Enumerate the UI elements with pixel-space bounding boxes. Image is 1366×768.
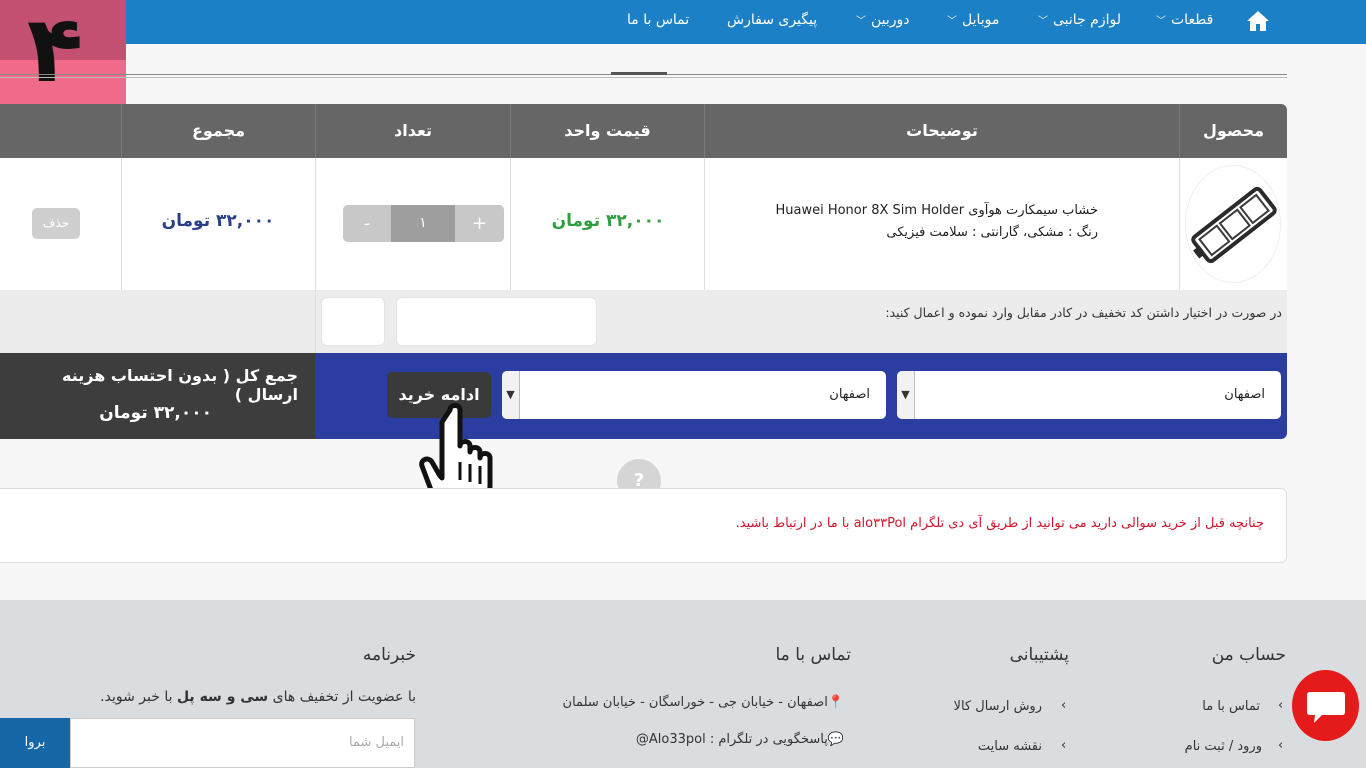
nav-camera[interactable]: دوربین ﹀ bbox=[856, 0, 910, 44]
chevron-down-icon: ▼ bbox=[502, 371, 520, 419]
chat-bubble-icon: 💬 bbox=[827, 732, 844, 747]
product-image[interactable] bbox=[1185, 165, 1281, 283]
grand-total-label: جمع کل ( بدون احتساب هزینه ارسال ) bbox=[62, 366, 298, 404]
header-description: توضیحات bbox=[704, 104, 1179, 158]
footer-account-title: حساب من bbox=[1211, 645, 1286, 665]
cell-divider bbox=[704, 158, 705, 290]
header-product: محصول bbox=[1179, 104, 1287, 158]
cell-divider bbox=[510, 158, 511, 290]
nav-order-tracking[interactable]: پیگیری سفارش bbox=[727, 0, 817, 44]
cell-divider bbox=[121, 158, 122, 290]
chat-icon bbox=[1307, 692, 1345, 723]
header-unit-price: قیمت واحد bbox=[510, 104, 704, 158]
newsletter-submit-button[interactable]: بروا bbox=[0, 718, 70, 768]
header-actions bbox=[0, 104, 121, 158]
badge-number: ۴ bbox=[26, 0, 84, 103]
minus-button[interactable]: - bbox=[343, 205, 391, 242]
newsletter-placeholder: ایمیل شما bbox=[348, 735, 404, 750]
footer-telegram: 💬پاسخگویی در تلگرام : Alo33pol@ bbox=[636, 732, 844, 747]
chevron-left-icon: ‹ bbox=[1278, 698, 1284, 713]
footer-telegram-text: پاسخگویی در تلگرام : Alo33pol@ bbox=[635, 732, 828, 747]
footer-link-contact[interactable]: تماس با ما bbox=[1202, 699, 1260, 714]
chevron-down-icon: ﹀ bbox=[1156, 16, 1166, 27]
footer-link-shipping[interactable]: روش ارسال کالا bbox=[954, 699, 1042, 714]
footer-support-title: پشتیبانی bbox=[1009, 645, 1069, 665]
cart-table-header: محصول توضیحات قیمت واحد تعداد مجموع bbox=[0, 104, 1287, 158]
plus-button[interactable]: + bbox=[455, 205, 504, 242]
product-attributes: رنگ : مشکی، گارانتی : سلامت فیزیکی bbox=[886, 225, 1098, 240]
discount-code-input[interactable] bbox=[396, 297, 597, 346]
chevron-left-icon: ‹ bbox=[1278, 738, 1284, 753]
footer-address-text: اصفهان - خیابان جی - خوراسگان - خیابان س… bbox=[562, 695, 828, 710]
grand-total-value: ۳۲,۰۰۰ تومان bbox=[99, 403, 212, 423]
divider-accent bbox=[611, 72, 667, 75]
cell-divider bbox=[315, 158, 316, 290]
live-chat-button[interactable] bbox=[1292, 670, 1359, 741]
nav-contact-label: تماس با ما bbox=[627, 12, 690, 28]
city-select[interactable]: ▼ اصفهان bbox=[502, 371, 886, 419]
header-total: مجموع bbox=[121, 104, 315, 158]
city-value: اصفهان bbox=[829, 387, 870, 402]
discount-apply-button[interactable] bbox=[321, 297, 385, 346]
header-quantity: تعداد bbox=[315, 104, 510, 158]
chevron-left-icon: ‹ bbox=[1061, 738, 1067, 753]
province-value: اصفهان bbox=[1224, 387, 1265, 402]
nav-camera-label: دوربین bbox=[871, 12, 910, 28]
chevron-left-icon: ‹ bbox=[1061, 698, 1067, 713]
footer-newsletter-title: خبرنامه bbox=[362, 645, 416, 665]
cell-divider bbox=[1179, 158, 1180, 290]
quantity-value[interactable]: ۱ bbox=[391, 205, 455, 242]
province-select[interactable]: ▼ اصفهان bbox=[897, 371, 1281, 419]
nav-accessories[interactable]: لوازم جانبی ﹀ bbox=[1038, 0, 1121, 44]
chevron-down-icon: ﹀ bbox=[947, 16, 957, 27]
divider bbox=[0, 77, 1287, 78]
step-badge: ۴ bbox=[0, 0, 126, 116]
newsletter-brand: سی و سه پل bbox=[176, 689, 269, 705]
newsletter-email-input[interactable]: ایمیل شما bbox=[70, 718, 415, 768]
newsletter-text-before: با عضویت از تخفیف های bbox=[268, 689, 416, 705]
unit-price: ۳۲,۰۰۰ تومان bbox=[551, 211, 665, 231]
footer-address: 📍اصفهان - خیابان جی - خوراسگان - خیابان … bbox=[563, 695, 844, 710]
chevron-down-icon: ▼ bbox=[897, 371, 915, 419]
home-icon[interactable] bbox=[1246, 9, 1270, 33]
chevron-down-icon: ﹀ bbox=[1038, 16, 1048, 27]
nav-mobile[interactable]: موبایل ﹀ bbox=[947, 0, 999, 44]
nav-tracking-label: پیگیری سفارش bbox=[727, 12, 818, 28]
newsletter-text-after: با خبر شوید. bbox=[100, 689, 177, 705]
nav-mobile-label: موبایل bbox=[962, 12, 1000, 28]
cell-divider bbox=[315, 290, 316, 353]
nav-contact[interactable]: تماس با ما bbox=[627, 0, 689, 44]
discount-row bbox=[0, 290, 1287, 353]
chevron-down-icon: ﹀ bbox=[856, 16, 866, 27]
footer-link-sitemap[interactable]: نقشه سایت bbox=[978, 739, 1042, 754]
product-description: خشاب سیمکارت هوآوی Huawei Honor 8X Sim H… bbox=[712, 200, 1098, 244]
delete-button[interactable]: حذف bbox=[32, 208, 80, 239]
nav-parts[interactable]: قطعات ﹀ bbox=[1156, 0, 1213, 44]
footer-link-login[interactable]: ورود / ثبت نام bbox=[1185, 739, 1262, 754]
product-title[interactable]: خشاب سیمکارت هوآوی Huawei Honor 8X Sim H… bbox=[712, 200, 1098, 222]
footer-newsletter-text: با عضویت از تخفیف های سی و سه پل با خبر … bbox=[100, 689, 416, 705]
location-pin-icon: 📍 bbox=[827, 695, 844, 710]
notice-text: چنانچه قبل از خرید سوالی دارید می توانید… bbox=[735, 516, 1264, 531]
nav-accessories-label: لوازم جانبی bbox=[1053, 12, 1121, 28]
row-total: ۳۲,۰۰۰ تومان bbox=[161, 211, 275, 231]
footer-contact-title: تماس با ما bbox=[775, 645, 852, 665]
nav-parts-label: قطعات bbox=[1171, 12, 1214, 28]
quantity-stepper: - ۱ + bbox=[343, 205, 504, 242]
sim-tray-image bbox=[1191, 186, 1277, 264]
discount-instructions: در صورت در اختیار داشتن کد تخفیف در کادر… bbox=[885, 305, 1282, 320]
